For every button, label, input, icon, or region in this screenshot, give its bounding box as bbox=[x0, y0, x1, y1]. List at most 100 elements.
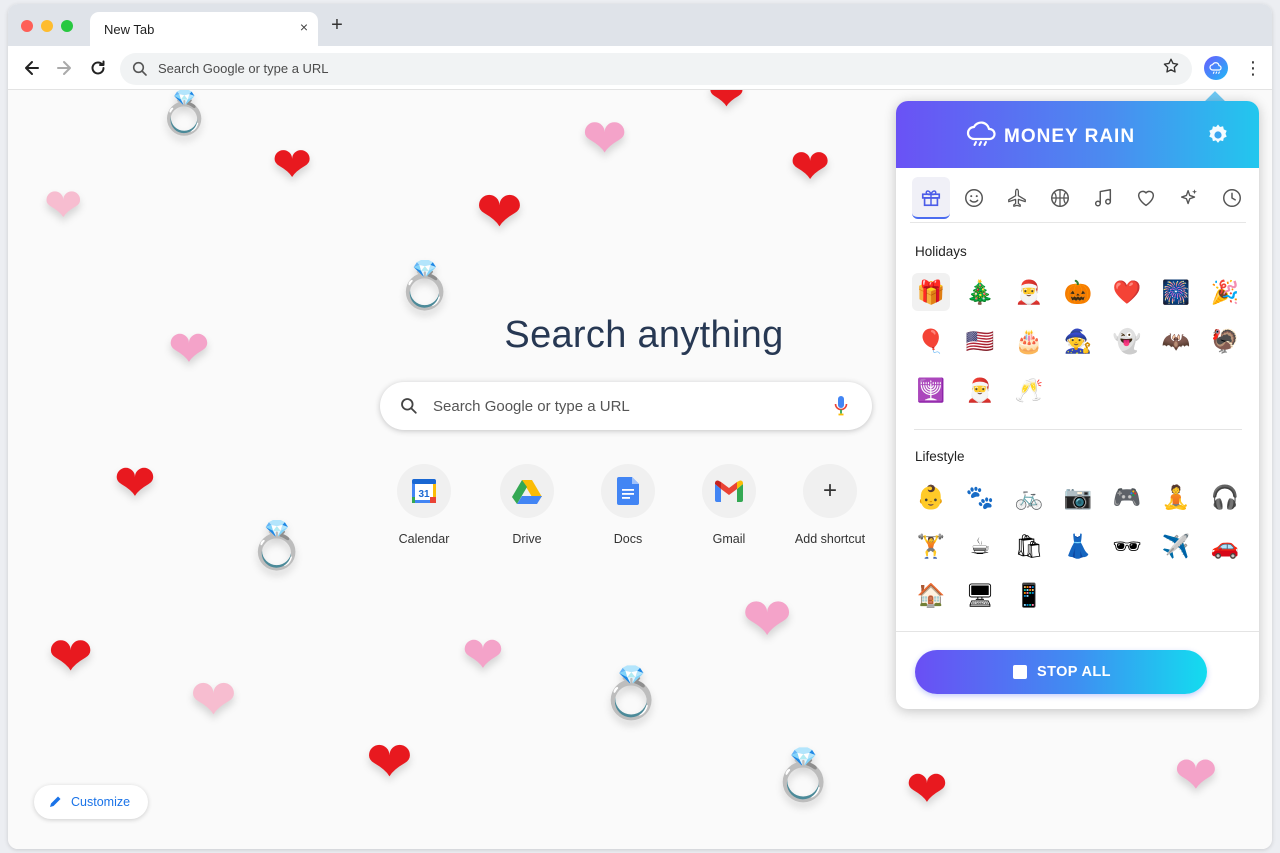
emoji-option[interactable]: 🎄 bbox=[961, 273, 999, 311]
heart-emoji: ❤ bbox=[708, 90, 745, 120]
emoji-option[interactable]: ☕ bbox=[961, 527, 999, 565]
emoji-option[interactable]: 🏋 bbox=[912, 527, 950, 565]
music-note-icon bbox=[1094, 189, 1112, 207]
omnibox[interactable]: Search Google or type a URL bbox=[120, 53, 1192, 85]
ring-emoji: 💍 bbox=[600, 665, 663, 721]
bookmark-star-icon[interactable] bbox=[1162, 57, 1180, 75]
basketball-icon bbox=[1051, 189, 1069, 207]
shortcut-icon-circle: 31 bbox=[397, 464, 451, 518]
plane-icon bbox=[1008, 188, 1026, 207]
shortcut-docs[interactable]: Docs bbox=[578, 464, 678, 546]
reload-icon[interactable] bbox=[88, 58, 108, 78]
plus-icon: + bbox=[822, 477, 837, 504]
emoji-option[interactable]: 👶 bbox=[912, 478, 950, 516]
shortcut-label: Drive bbox=[512, 532, 542, 546]
back-arrow-icon[interactable] bbox=[22, 58, 42, 78]
heart-emoji: ❤ bbox=[190, 668, 237, 731]
popup-header: MONEY RAIN bbox=[896, 101, 1259, 168]
tab-recent[interactable] bbox=[1213, 177, 1251, 219]
toolbar: Search Google or type a URL ⋮ bbox=[8, 46, 1272, 90]
gear-icon[interactable] bbox=[1206, 123, 1230, 147]
heart-emoji: ❤ bbox=[272, 139, 313, 192]
emoji-option[interactable]: 🕎 bbox=[912, 371, 950, 409]
emoji-option[interactable]: 🎉 bbox=[1206, 273, 1244, 311]
shortcut-gmail[interactable]: Gmail bbox=[679, 464, 779, 546]
customize-label: Customize bbox=[71, 795, 131, 809]
emoji-option[interactable]: 🧘 bbox=[1157, 478, 1195, 516]
minimize-window-button[interactable] bbox=[41, 20, 53, 32]
shortcut-icon-circle bbox=[500, 464, 554, 518]
section-divider bbox=[914, 429, 1242, 430]
emoji-option[interactable]: 🎁 bbox=[912, 273, 950, 311]
emoji-option[interactable]: 🎧 bbox=[1206, 478, 1244, 516]
tab-new-tab[interactable]: New Tab × bbox=[90, 12, 318, 46]
shortcut-icon-circle: + bbox=[803, 464, 857, 518]
omnibox-placeholder: Search Google or type a URL bbox=[158, 61, 329, 76]
tab-sports[interactable] bbox=[1041, 177, 1079, 219]
ring-emoji: 💍 bbox=[248, 519, 306, 571]
docs-icon bbox=[617, 477, 639, 505]
search-icon bbox=[401, 398, 417, 414]
forward-arrow-icon[interactable] bbox=[54, 58, 74, 78]
emoji-option[interactable]: ❤️ bbox=[1108, 273, 1146, 311]
tab-gifts[interactable] bbox=[912, 177, 950, 219]
microphone-icon[interactable] bbox=[834, 395, 848, 417]
heart-emoji: ❤ bbox=[476, 180, 523, 243]
emoji-option[interactable]: ✈️ bbox=[1157, 527, 1195, 565]
tab-love[interactable] bbox=[1127, 177, 1165, 219]
emoji-option[interactable]: 🎆 bbox=[1157, 273, 1195, 311]
emoji-option[interactable]: 🥂 bbox=[1010, 371, 1048, 409]
emoji-option[interactable]: 📱 bbox=[1010, 576, 1048, 614]
emoji-option[interactable]: 🎮 bbox=[1108, 478, 1146, 516]
tab-close-icon[interactable]: × bbox=[300, 19, 308, 35]
emoji-option[interactable]: 🇺🇸 bbox=[961, 322, 999, 360]
tab-music[interactable] bbox=[1084, 177, 1122, 219]
cloud-rain-icon bbox=[966, 121, 996, 146]
emoji-option[interactable]: 🛍 bbox=[1010, 527, 1048, 565]
emoji-option[interactable]: 🎅 bbox=[1010, 273, 1048, 311]
emoji-option[interactable]: 🚲 bbox=[1010, 478, 1048, 516]
tab-effects[interactable] bbox=[1170, 177, 1208, 219]
shortcut-label: Add shortcut bbox=[794, 532, 866, 546]
tab-smileys[interactable] bbox=[955, 177, 993, 219]
emoji-option[interactable]: 👻 bbox=[1108, 322, 1146, 360]
search-icon bbox=[132, 61, 147, 76]
close-window-button[interactable] bbox=[21, 20, 33, 32]
emoji-option[interactable]: 📷 bbox=[1059, 478, 1097, 516]
footer-divider bbox=[896, 631, 1259, 632]
heart-emoji: ❤ bbox=[44, 179, 83, 231]
drive-icon bbox=[512, 480, 542, 504]
emoji-option[interactable]: 🖥 bbox=[961, 576, 999, 614]
browser-menu-icon[interactable]: ⋮ bbox=[1244, 58, 1262, 78]
emoji-option[interactable]: 🎅 bbox=[961, 371, 999, 409]
search-input[interactable]: Search Google or type a URL bbox=[433, 398, 630, 415]
shortcut-calendar[interactable]: 31 Calendar bbox=[374, 464, 474, 546]
emoji-option[interactable]: 🚗 bbox=[1206, 527, 1244, 565]
shortcut-label: Docs bbox=[613, 532, 643, 546]
emoji-option[interactable]: 🎂 bbox=[1010, 322, 1048, 360]
emoji-option[interactable]: 🧙 bbox=[1059, 322, 1097, 360]
emoji-option[interactable]: 👗 bbox=[1059, 527, 1097, 565]
customize-button[interactable]: Customize bbox=[34, 785, 148, 819]
stop-all-button[interactable]: STOP ALL bbox=[915, 650, 1207, 694]
emoji-option[interactable]: 🎃 bbox=[1059, 273, 1097, 311]
search-box[interactable]: Search Google or type a URL bbox=[380, 382, 872, 430]
calendar-day: 31 bbox=[418, 489, 430, 500]
emoji-option[interactable]: 🏠 bbox=[912, 576, 950, 614]
emoji-option[interactable]: 🦃 bbox=[1206, 322, 1244, 360]
stop-square-icon bbox=[1013, 665, 1027, 679]
pencil-icon bbox=[50, 796, 61, 807]
new-tab-button[interactable]: + bbox=[326, 14, 348, 36]
shortcut-drive[interactable]: Drive bbox=[477, 464, 577, 546]
heart-outline-icon bbox=[1137, 190, 1155, 207]
zoom-window-button[interactable] bbox=[61, 20, 73, 32]
money-rain-extension-button[interactable] bbox=[1204, 56, 1228, 80]
emoji-option[interactable]: 🦇 bbox=[1157, 322, 1195, 360]
emoji-option[interactable]: 🐾 bbox=[961, 478, 999, 516]
heart-emoji: ❤ bbox=[48, 627, 94, 687]
emoji-option[interactable]: 🕶 bbox=[1108, 527, 1146, 565]
heart-emoji: ❤ bbox=[582, 109, 628, 169]
tab-travel[interactable] bbox=[998, 177, 1036, 219]
shortcut-add[interactable]: + Add shortcut bbox=[780, 464, 880, 546]
emoji-option[interactable]: 🎈 bbox=[912, 322, 950, 360]
